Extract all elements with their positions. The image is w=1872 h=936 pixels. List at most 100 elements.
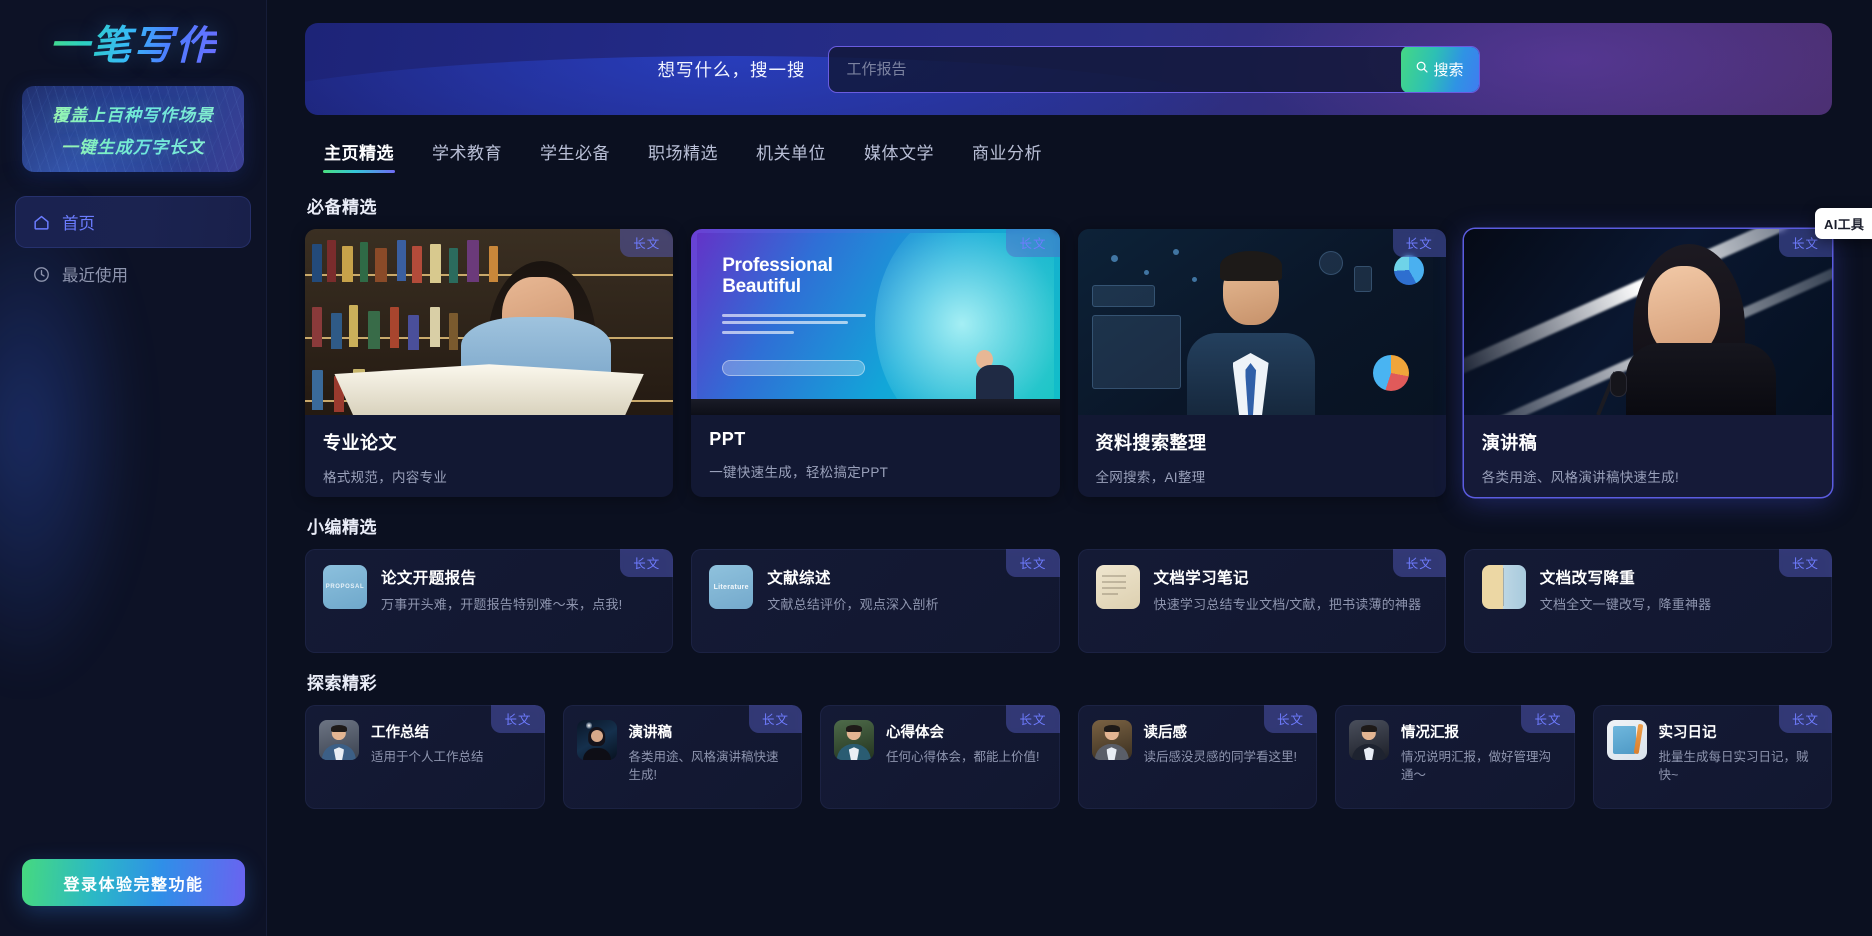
tab-media-literature[interactable]: 媒体文学 [845, 131, 953, 177]
long-text-badge: 长文 [1778, 705, 1832, 733]
ai-tools-toolbar[interactable]: AI工具 HD [1815, 208, 1872, 239]
section-title-essentials: 必备精选 [307, 198, 377, 217]
tab-government[interactable]: 机关单位 [737, 131, 845, 177]
ppt-slide-heading-1: Professional [722, 254, 833, 276]
feature-card-title: 演讲稿 [1481, 433, 1538, 453]
mini-card-title: 论文开题报告 [381, 570, 477, 587]
mini-card-literature-review[interactable]: 长文 Literature 文献综述 文献总结评价，观点深入剖析 [691, 549, 1060, 653]
small-card-status-report[interactable]: 长文 情况汇报 情况说明汇报，做好管理沟通～ [1335, 705, 1575, 809]
long-text-badge: 长文 [1006, 549, 1060, 577]
long-text-badge: 长文 [1392, 229, 1446, 257]
search-input[interactable] [828, 46, 1401, 92]
sidebar-nav: 首页 最近使用 [0, 196, 266, 300]
search-button[interactable]: 搜索 [1400, 46, 1479, 92]
mini-card-study-notes[interactable]: 长文 文档学习笔记 快速学习总结专业文档/文献，把书读薄的神器 [1077, 549, 1446, 653]
search-button-label: 搜索 [1433, 61, 1464, 79]
small-card-book-report[interactable]: 长文 读后感 读后感没灵感的同学看这里! [1077, 705, 1317, 809]
feature-card-thesis[interactable]: 长文 专业论文 格式规范，内容专业 [305, 229, 674, 497]
long-text-badge: 长文 [1778, 549, 1832, 577]
feature-card-row: 长文 专业论文 格式规范，内容专业 长文 Professional Beauti… [267, 229, 1872, 497]
mini-card-rewrite[interactable]: 长文 文档改写降重 文档全文一键改写，降重神器 [1463, 549, 1832, 653]
feature-card-research[interactable]: 长文 资料搜索整理 全网搜索，AI整理 [1077, 229, 1446, 497]
mini-card-title: 文献综述 [767, 570, 831, 587]
login-button[interactable]: 登录体验完整功能 [22, 859, 245, 906]
feature-card-desc: 格式规范，内容专业 [323, 470, 448, 485]
feature-card-desc: 全网搜索，AI整理 [1095, 470, 1206, 485]
feature-card-title: 资料搜索整理 [1095, 433, 1207, 453]
small-card-internship-diary[interactable]: 长文 实习日记 批量生成每日实习日记，贼快~ [1592, 705, 1832, 809]
small-card-work-summary[interactable]: 长文 工作总结 适用于个人工作总结 [305, 705, 545, 809]
rewrite-thumbnail [1481, 565, 1526, 609]
long-text-badge: 长文 [1392, 549, 1446, 577]
library-artwork [305, 229, 674, 415]
stage-thumbnail [576, 720, 617, 760]
long-text-badge: 长文 [748, 705, 802, 733]
long-text-badge: 长文 [491, 705, 545, 733]
feature-card-thumbnail [305, 229, 674, 415]
ai-tools-label: AI工具 [1824, 217, 1865, 232]
data-analyst-artwork [1077, 229, 1446, 415]
category-tabs: 主页精选 学术教育 学生必备 职场精选 机关单位 媒体文学 商业分析 [305, 131, 1872, 177]
small-card-desc: 适用于个人工作总结 [371, 750, 484, 764]
hero-search-banner: 想写什么，搜一搜 搜索 [305, 23, 1832, 115]
tab-student[interactable]: 学生必备 [521, 131, 629, 177]
speaker-stage-artwork [1463, 229, 1832, 415]
tab-home-featured[interactable]: 主页精选 [305, 131, 413, 177]
sidebar-item-home-label: 首页 [62, 215, 95, 233]
section-title-editor-picks: 小编精选 [307, 518, 377, 537]
mini-card-title: 文档改写降重 [1539, 570, 1636, 587]
small-card-desc: 读后感没灵感的同学看这里! [1143, 750, 1297, 764]
person-thumbnail [1091, 720, 1132, 760]
small-card-reflection[interactable]: 长文 心得体会 任何心得体会，都能上价值! [820, 705, 1060, 809]
sidebar-item-home[interactable]: 首页 [15, 196, 251, 248]
tab-academic[interactable]: 学术教育 [413, 131, 521, 177]
mini-card-title: 文档学习笔记 [1153, 570, 1249, 587]
app-logo[interactable]: 一笔写作 [0, 0, 266, 76]
ppt-slide-heading-2: Beautiful [722, 275, 801, 297]
logo-text: 一笔写作 [49, 13, 217, 71]
ppt-slide-artwork: Professional Beautiful [691, 229, 1060, 415]
person-thumbnail [319, 720, 359, 760]
literature-thumbnail-text: Literature [713, 583, 749, 591]
search-bar[interactable]: 搜索 [827, 45, 1480, 93]
long-text-badge: 长文 [1263, 705, 1317, 733]
main-content: 想写什么，搜一搜 搜索 主页精选 学术教育 学生必备 职场精选 机关单位 [267, 0, 1872, 936]
mini-card-desc: 文档全文一键改写，降重神器 [1539, 597, 1712, 612]
promo-line-1: 覆盖上百种写作场景 [52, 101, 214, 126]
mini-card-desc: 万事开头难，开题报告特别难～来，点我! [381, 597, 623, 612]
sidebar-item-recent-label: 最近使用 [62, 267, 128, 285]
feature-card-thumbnail [1077, 229, 1446, 415]
feature-card-speech[interactable]: 长文 演讲稿 各类用途、风格演讲稿快速生成! [1463, 229, 1832, 497]
feature-card-thumbnail: Professional Beautiful [691, 229, 1060, 415]
feature-card-desc: 各类用途、风格演讲稿快速生成! [1481, 470, 1680, 485]
mini-card-desc: 快速学习总结专业文档/文献，把书读薄的神器 [1153, 597, 1422, 612]
promo-line-2: 一键生成万字长文 [61, 133, 205, 158]
long-text-badge: 长文 [1006, 229, 1060, 257]
feature-card-title: PPT [709, 429, 746, 449]
person-thumbnail [834, 720, 874, 760]
small-card-row: 长文 工作总结 适用于个人工作总结 长文 演讲稿 各类用途、风格演讲稿快速生成! [267, 705, 1872, 809]
app-root: 一笔写作 覆盖上百种写作场景 一键生成万字长文 首页 最近使用 登录体验完整功能… [0, 0, 1872, 936]
mini-card-row: 长文 PROPOSAL 论文开题报告 万事开头难，开题报告特别难～来，点我! 长… [267, 549, 1872, 653]
feature-card-title: 专业论文 [323, 433, 397, 453]
long-text-badge: 长文 [620, 229, 674, 257]
sidebar-item-recent[interactable]: 最近使用 [15, 248, 251, 300]
tab-workplace[interactable]: 职场精选 [629, 131, 737, 177]
mini-card-proposal[interactable]: 长文 PROPOSAL 论文开题报告 万事开头难，开题报告特别难～来，点我! [305, 549, 674, 653]
section-title-explore: 探索精彩 [307, 674, 377, 693]
note-thumbnail [1095, 565, 1140, 609]
feature-card-thumbnail [1463, 229, 1832, 415]
promo-banner[interactable]: 覆盖上百种写作场景 一键生成万字长文 [22, 86, 244, 172]
person-thumbnail [1349, 720, 1389, 760]
long-text-badge: 长文 [620, 549, 674, 577]
search-icon [1415, 60, 1429, 78]
small-card-desc: 任何心得体会，都能上价值! [886, 750, 1040, 764]
feature-card-ppt[interactable]: 长文 Professional Beautiful PPT 一键快速生成，轻松搞… [691, 229, 1060, 497]
long-text-badge: 长文 [1521, 705, 1575, 733]
tab-business-analysis[interactable]: 商业分析 [953, 131, 1061, 177]
proposal-thumbnail: PROPOSAL [323, 565, 367, 609]
diary-thumbnail [1606, 720, 1647, 760]
small-card-speech[interactable]: 长文 演讲稿 各类用途、风格演讲稿快速生成! [562, 705, 802, 809]
small-card-desc: 批量生成每日实习日记，贼快~ [1658, 750, 1809, 783]
small-card-desc: 情况说明汇报，做好管理沟通～ [1401, 750, 1552, 783]
